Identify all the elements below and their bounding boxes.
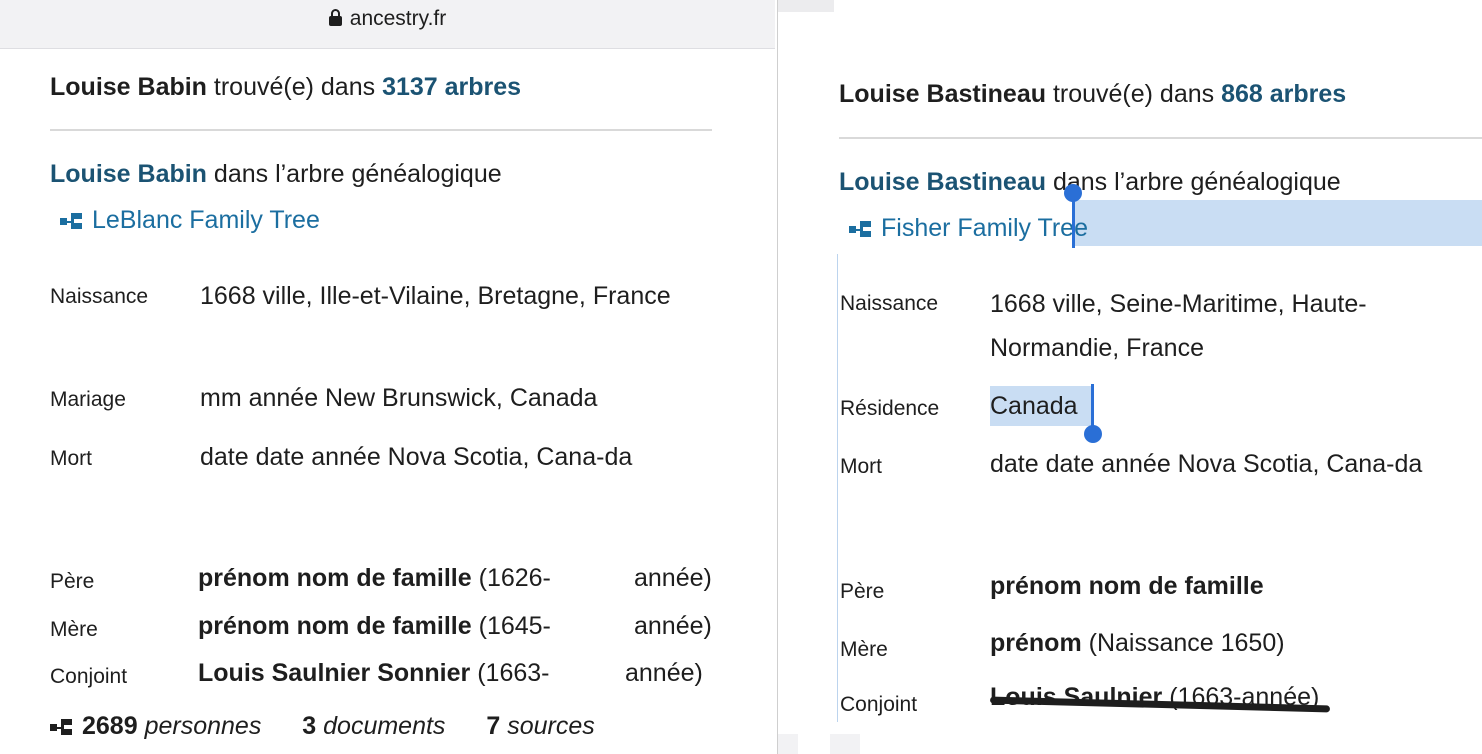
fact-value: 1668 ville, Seine-Maritime, Haute-Norman… (990, 290, 1367, 362)
relative-end-year: année) (634, 612, 712, 640)
sources-count: 7 (486, 712, 501, 740)
relative-entry: prénom (Naissance 1650) (990, 629, 1285, 657)
tree-name: Fisher Family Tree (881, 214, 1088, 242)
selection-caret (1072, 192, 1075, 248)
fact-value: mm année New Brunswick, Canada (200, 384, 598, 412)
family-tree-icon (60, 213, 82, 229)
fact-value: date date année Nova Scotia, Cana-da (200, 443, 633, 471)
right-record-panel: Louise Bastineau trouvé(e) dans 868 arbr… (777, 0, 1482, 754)
address-bar[interactable]: ancestry.fr (0, 0, 775, 49)
fact-label: Mort (50, 447, 92, 470)
tree-name: LeBlanc Family Tree (92, 206, 320, 234)
search-result-headline: Louise Bastineau trouvé(e) dans 868 arbr… (839, 80, 1347, 108)
relative-label: Mère (840, 638, 888, 661)
tree-stats: 2689 personnes 3 documents 7 sources (50, 712, 595, 741)
persons-label: personnes (144, 712, 262, 740)
relative-end-year: année) (625, 659, 703, 687)
sources-label: sources (507, 712, 595, 740)
documents-label: documents (323, 712, 446, 740)
record-heading: Louise Bastineau dans l’arbre généalogiq… (839, 168, 1341, 196)
relative-entry: prénom nom de famille (1645- (198, 612, 551, 640)
relative-entry: prénom nom de famille (1626- (198, 564, 551, 592)
relative-end-year: année) (634, 564, 712, 592)
relative-entry: Louis Saulnier Sonnier (1663- (198, 659, 550, 687)
fact-label: Mariage (50, 388, 126, 411)
family-tree-icon (50, 719, 72, 735)
fact-label: Mort (840, 455, 882, 478)
left-record-panel: ancestry.fr Louise Babin trouvé(e) dans … (0, 0, 775, 754)
relative-label: Père (840, 580, 885, 603)
person-name-link[interactable]: Louise Babin (50, 160, 207, 188)
fact-value: 1668 ville, Ille-et-Vilaine, Bretagne, F… (200, 282, 671, 310)
search-result-headline: Louise Babin trouvé(e) dans 3137 arbres (50, 73, 522, 101)
divider (50, 129, 712, 131)
relative-name-link[interactable]: prénom (990, 629, 1082, 657)
fact-label: Naissance (50, 285, 149, 308)
fact-value: date date année Nova Scotia, Cana-da (990, 450, 1423, 478)
relative-label: Conjoint (50, 665, 128, 688)
person-name: Louise Babin (50, 73, 207, 101)
record-heading: Louise Babin dans l’arbre généalogique (50, 160, 502, 188)
fact-value: Canada (990, 392, 1078, 420)
tree-count-link[interactable]: 3137 arbres (382, 73, 521, 101)
family-tree-link[interactable]: Fisher Family Tree (849, 214, 1088, 243)
fact-label: Naissance (840, 292, 939, 315)
relative-label: Père (50, 570, 95, 593)
relative-name-link[interactable]: prénom nom de famille (990, 572, 1264, 601)
family-tree-icon (849, 221, 871, 237)
family-tree-link[interactable]: LeBlanc Family Tree (60, 206, 320, 235)
relative-label: Conjoint (840, 693, 918, 716)
documents-count: 3 (302, 712, 317, 740)
lock-icon (328, 9, 342, 26)
relative-name-link[interactable]: prénom nom de famille (198, 564, 472, 592)
relative-label: Mère (50, 618, 98, 641)
relative-name-link[interactable]: prénom nom de famille (198, 612, 472, 640)
relative-name-link[interactable]: Louis Saulnier Sonnier (198, 659, 470, 687)
persons-count: 2689 (82, 712, 138, 740)
fact-label: Résidence (840, 397, 940, 420)
tree-count-link[interactable]: 868 arbres (1221, 80, 1346, 108)
text-selection (1072, 200, 1482, 246)
person-name-link[interactable]: Louise Bastineau (839, 168, 1046, 196)
selection-caret (1091, 384, 1094, 426)
selection-guide (837, 254, 838, 722)
divider (839, 137, 1482, 139)
selection-handle-end[interactable] (1084, 425, 1102, 443)
person-name: Louise Bastineau (839, 80, 1046, 108)
url-text: ancestry.fr (349, 7, 447, 30)
